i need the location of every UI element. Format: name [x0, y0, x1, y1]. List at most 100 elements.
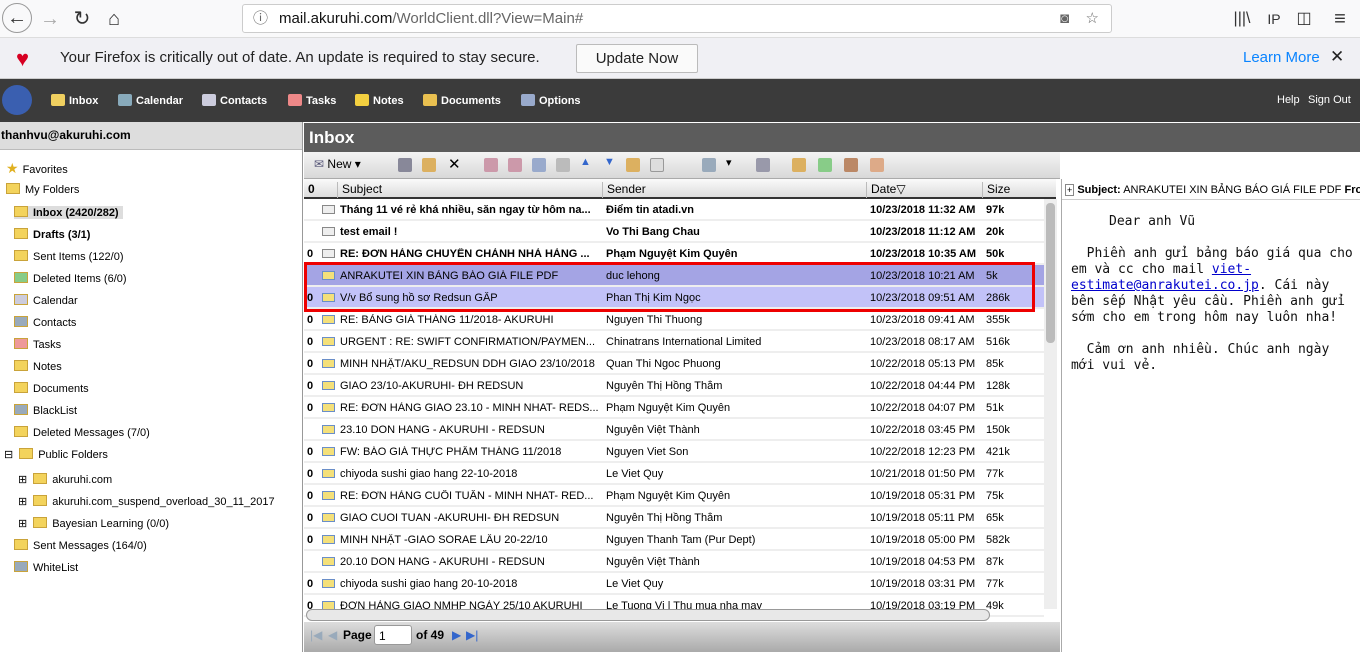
- folder-notes[interactable]: Notes: [14, 360, 62, 373]
- documents-icon: [14, 382, 28, 393]
- forward-icon[interactable]: →: [36, 5, 64, 33]
- print-icon[interactable]: [398, 158, 412, 172]
- date: 10/19/2018 04:53 PM: [870, 556, 976, 568]
- attachment-icon: 0: [307, 314, 314, 326]
- subject: chiyoda sushi giao hang 20-10-2018: [340, 578, 518, 590]
- back-icon[interactable]: ←: [2, 3, 32, 33]
- folder-drafts[interactable]: Drafts (3/1): [14, 228, 90, 241]
- message-row[interactable]: 0 RE: BẢNG GIÁ THÁNG 11/2018- AKURUHI Nguy…: [304, 309, 1044, 331]
- mark-icon[interactable]: [626, 158, 640, 172]
- message-row[interactable]: 0 GIAO 23/10-AKURUHI- ĐH REDSUN Nguyễn Thị…: [304, 375, 1044, 397]
- folder-contacts[interactable]: Contacts: [14, 316, 76, 329]
- folder-bayesian[interactable]: ⊞ Bayesian Learning (0/0): [18, 517, 169, 530]
- forward-icon[interactable]: [532, 158, 546, 172]
- move-icon[interactable]: [422, 158, 436, 172]
- library-icon[interactable]: |||\: [1228, 5, 1256, 33]
- collapse-icon[interactable]: ⊟: [4, 449, 13, 461]
- first-page-icon[interactable]: |◀: [310, 628, 322, 642]
- new-button[interactable]: ✉ New ▾: [314, 157, 361, 171]
- folder-tasks[interactable]: Tasks: [14, 338, 61, 351]
- sync-icon[interactable]: IP: [1260, 5, 1288, 33]
- learn-more-link[interactable]: Learn More: [1243, 49, 1320, 66]
- folder-favorites[interactable]: ★ Favorites: [6, 160, 68, 177]
- menu-icon[interactable]: ≡: [1326, 5, 1354, 33]
- nav-documents[interactable]: Documents: [423, 94, 501, 107]
- view-icon[interactable]: [702, 158, 716, 172]
- folder-calendar[interactable]: Calendar: [14, 294, 78, 307]
- reply-icon[interactable]: [484, 158, 498, 172]
- expand-icon[interactable]: ⊞: [18, 518, 27, 530]
- url-bar[interactable]: ⓘ mail.akuruhi.com/WorldClient.dll?View=M…: [242, 4, 1112, 33]
- message-row[interactable]: Tháng 11 vé rẻ khá nhiều, săn ngay từ hô…: [304, 199, 1044, 221]
- expand-icon[interactable]: ⊞: [18, 474, 27, 486]
- prev-page-icon[interactable]: ◀: [328, 628, 337, 642]
- message-row[interactable]: 23.10 DON HANG - AKURUHI - REDSUN Nguyễn …: [304, 419, 1044, 441]
- previous-icon[interactable]: ▲: [580, 156, 594, 170]
- home-icon[interactable]: ⌂: [100, 5, 128, 33]
- last-page-icon[interactable]: ▶|: [466, 628, 478, 642]
- folder-sent-messages[interactable]: Sent Messages (164/0): [14, 539, 147, 552]
- next-page-icon[interactable]: ▶: [452, 628, 461, 642]
- nav-notes[interactable]: Notes: [355, 94, 404, 107]
- spam-icon[interactable]: [844, 158, 858, 172]
- page-input[interactable]: 1: [374, 625, 412, 645]
- sender-column-header[interactable]: Sender: [602, 182, 646, 198]
- message-row[interactable]: 0 RE: ĐƠN HÀNG GIAO 23.10 - MINH NHAT- RE…: [304, 397, 1044, 419]
- nav-tasks[interactable]: Tasks: [288, 94, 336, 107]
- nav-calendar[interactable]: Calendar: [118, 94, 183, 107]
- message-row[interactable]: 0 MINH NHẬT/AKU_REDSUN DDH GIAO 23/10/201…: [304, 353, 1044, 375]
- message-row[interactable]: test email ! Vo Thi Bang Chau 10/23/2018 1…: [304, 221, 1044, 243]
- folder-deleted-messages[interactable]: Deleted Messages (7/0): [14, 426, 150, 439]
- folder-akuruhi-suspend[interactable]: ⊞ akuruhi.com_suspend_overload_30_11_2017: [18, 495, 275, 508]
- horizontal-scrollbar[interactable]: [306, 609, 990, 621]
- reload-icon[interactable]: ↻: [68, 5, 96, 33]
- attachment-column-icon[interactable]: 0: [304, 182, 315, 198]
- message-row[interactable]: 0 MINH NHẬT -GIAO SORAE LẨU 20-22/10 Nguye…: [304, 529, 1044, 551]
- folder-my-folders[interactable]: My Folders: [6, 183, 79, 196]
- update-now-button[interactable]: Update Now: [576, 44, 698, 73]
- view-dropdown-icon[interactable]: ▾: [726, 156, 740, 170]
- empty-trash-icon[interactable]: [818, 158, 832, 172]
- size-column-header[interactable]: Size: [982, 182, 1010, 198]
- message-row[interactable]: 0 URGENT : RE: SWIFT CONFIRMATION/PAYMEN.…: [304, 331, 1044, 353]
- sidebar-icon[interactable]: ◫: [1290, 5, 1318, 33]
- folder-whitelist[interactable]: WhiteList: [14, 561, 78, 574]
- source-icon[interactable]: [650, 158, 664, 172]
- message-row[interactable]: 0 FW: BÁO GIÁ THỰC PHẨM THÁNG 11/2018 Nguy…: [304, 441, 1044, 463]
- delete-icon[interactable]: ✕: [448, 155, 462, 173]
- folder-public-folders[interactable]: ⊟ Public Folders: [4, 448, 108, 461]
- nav-contacts[interactable]: Contacts: [202, 94, 267, 107]
- subject-column-header[interactable]: Subject: [337, 182, 382, 198]
- folder-documents[interactable]: Documents: [14, 382, 89, 395]
- sign-out-link[interactable]: Sign Out: [1308, 94, 1351, 106]
- expand-icon[interactable]: +: [1065, 184, 1075, 196]
- message-row[interactable]: 20.10 DON HANG - AKURUHI - REDSUN Nguyễn …: [304, 551, 1044, 573]
- next-icon[interactable]: ▼: [604, 156, 618, 170]
- vertical-scrollbar[interactable]: [1044, 199, 1057, 609]
- nav-options[interactable]: Options: [521, 94, 581, 107]
- layout-icon[interactable]: [756, 158, 770, 172]
- date-column-header[interactable]: Date▽: [866, 182, 982, 198]
- expand-icon[interactable]: ⊞: [18, 496, 27, 508]
- message-row[interactable]: 0 chiyoda sushi giao hang 22-10-2018 Le Vi…: [304, 463, 1044, 485]
- scroll-thumb[interactable]: [1046, 203, 1055, 343]
- message-row[interactable]: 0 RE: ĐƠN HÀNG CUỐI TUẦN - MINH NHAT- RED…: [304, 485, 1044, 507]
- folder-deleted-items[interactable]: Deleted Items (6/0): [14, 272, 127, 285]
- search-folder-icon[interactable]: [792, 158, 806, 172]
- folder-akuruhi[interactable]: ⊞ akuruhi.com: [18, 473, 112, 486]
- folder-blacklist[interactable]: BlackList: [14, 404, 77, 417]
- folder-inbox[interactable]: Inbox (2420/282): [14, 206, 123, 219]
- close-icon[interactable]: ✕: [1330, 47, 1344, 67]
- message-row[interactable]: 0 chiyoda sushi giao hang 20-10-2018 Le Vi…: [304, 573, 1044, 595]
- read-envelope-icon: [322, 425, 335, 434]
- message-row[interactable]: 0 GIAO CUOI TUAN -AKURUHI- ĐH REDSUN Nguyễ…: [304, 507, 1044, 529]
- bookmark-star-icon[interactable]: ☆: [1086, 5, 1099, 32]
- attach-icon[interactable]: [556, 158, 570, 172]
- not-spam-icon[interactable]: [870, 158, 884, 172]
- pocket-icon[interactable]: ◙: [1060, 5, 1069, 32]
- nav-inbox[interactable]: Inbox: [51, 94, 98, 107]
- reply-all-icon[interactable]: [508, 158, 522, 172]
- folder-sent-items[interactable]: Sent Items (122/0): [14, 250, 124, 263]
- help-link[interactable]: Help: [1277, 94, 1300, 106]
- read-envelope-icon: [322, 557, 335, 566]
